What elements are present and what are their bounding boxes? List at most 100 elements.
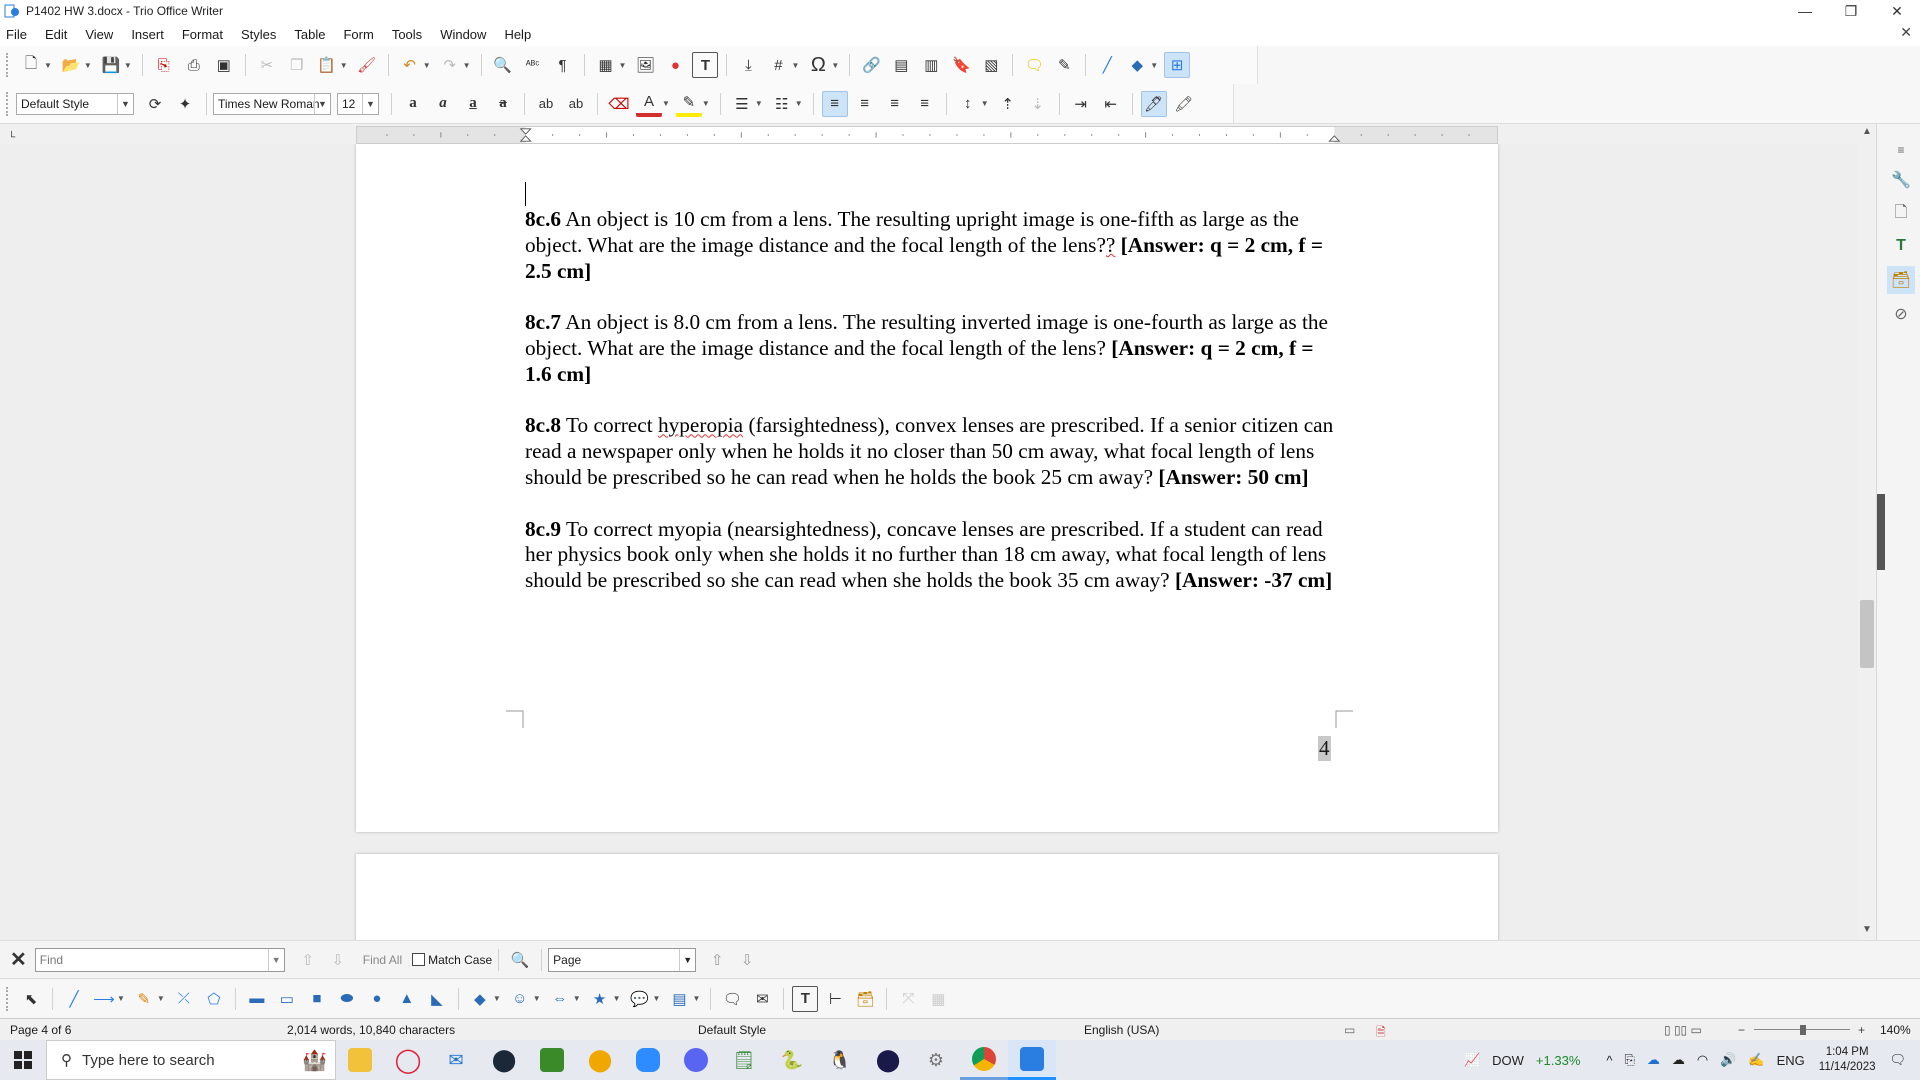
app-icon[interactable]: ⚙ [912, 1040, 960, 1080]
undo-icon[interactable]: ↶ [397, 52, 423, 78]
spelling-icon[interactable]: ᴬᴮᶜ [520, 52, 546, 78]
insert-chart-icon[interactable]: ● [662, 52, 688, 78]
zoom-level[interactable]: 140% [1880, 1023, 1911, 1037]
increase-paragraph-spacing-icon[interactable]: ⇡ [995, 91, 1021, 117]
next-element-icon[interactable]: ⇩ [734, 947, 760, 973]
new-document-icon[interactable]: 🗋 [18, 52, 44, 78]
pen-icon[interactable]: ✍ [1748, 1052, 1764, 1068]
python-icon[interactable]: 🐍 [768, 1040, 816, 1080]
stock-chart-icon[interactable]: 📈 [1464, 1052, 1480, 1068]
next-document-page[interactable] [356, 854, 1498, 940]
page-number-field[interactable]: 4 [1318, 736, 1331, 761]
chevron-up-icon[interactable]: ^ [1606, 1053, 1612, 1068]
toolbar-handle[interactable] [6, 53, 10, 77]
chrome-icon[interactable] [960, 1040, 1008, 1080]
notification-icon[interactable]: 🗨 [1889, 1052, 1906, 1068]
align-center-icon[interactable]: ≡ [852, 91, 878, 117]
increase-indent-icon[interactable]: ⇥ [1068, 91, 1094, 117]
bookmark-icon[interactable]: 🔖 [948, 52, 974, 78]
page-count-status[interactable]: Page 4 of 6 [10, 1023, 71, 1037]
close-window-button[interactable]: ✕ [1874, 0, 1920, 22]
align-left-icon[interactable]: ≡ [821, 90, 848, 117]
chevron-down-icon[interactable]: ▼ [662, 99, 670, 108]
insert-image-icon[interactable]: 🖼 [632, 52, 658, 78]
discord-icon[interactable] [672, 1040, 720, 1080]
highlight-color-icon[interactable]: ✎ [675, 91, 702, 117]
insert-table-icon[interactable]: ▦ [593, 52, 619, 78]
connector-icon[interactable]: ⤫ [171, 986, 197, 1012]
decrease-indent-icon[interactable]: ⇤ [1098, 91, 1124, 117]
clear-formatting-icon[interactable]: ⌫ [606, 91, 632, 117]
chevron-down-icon[interactable]: ▼ [340, 61, 348, 70]
menu-view[interactable]: View [85, 27, 113, 42]
subscript-icon[interactable]: ab [563, 91, 589, 117]
page-break-icon[interactable]: ⤓ [735, 52, 761, 78]
steam-icon[interactable]: ⬤ [480, 1040, 528, 1080]
chevron-down-icon[interactable]: ▼ [831, 61, 839, 70]
scrollbar-thumb[interactable] [1860, 600, 1874, 668]
properties-icon[interactable]: 🔧 [1887, 166, 1915, 194]
document-canvas[interactable]: 8c.6 An object is 10 cm from a lens. The… [0, 144, 1858, 940]
chevron-down-icon[interactable]: ▼ [679, 948, 695, 971]
square-icon[interactable]: ■ [304, 986, 330, 1012]
minecraft-icon[interactable] [528, 1040, 576, 1080]
clone-formatting-icon[interactable]: 🖌 [354, 52, 380, 78]
chevron-down-icon[interactable]: ▼ [362, 93, 378, 114]
underline-icon[interactable]: a [460, 91, 486, 117]
export-pdf-icon[interactable]: ⎘ [151, 52, 177, 78]
line-spacing-icon[interactable]: ↕ [955, 91, 981, 117]
view-layout-icons[interactable]: ▯ ▯▯ ▭ [1664, 1023, 1702, 1037]
superscript-icon[interactable]: ab [533, 91, 559, 117]
strikethrough-icon[interactable]: a [490, 91, 516, 117]
toolbar-handle[interactable] [6, 986, 10, 1011]
taskbar-search-input[interactable]: ⚲ Type here to search 🏰 [46, 1040, 336, 1080]
insert-mode-icon[interactable]: ▭ [1344, 1023, 1355, 1037]
chevron-down-icon[interactable]: ▼ [702, 99, 710, 108]
zoom-slider-thumb[interactable] [1800, 1025, 1806, 1035]
redo-icon[interactable]: ↷ [437, 52, 463, 78]
insert-textbox-icon[interactable]: T [792, 985, 819, 1012]
align-right-icon[interactable]: ≡ [882, 91, 908, 117]
menu-form[interactable]: Form [343, 27, 373, 42]
chevron-down-icon[interactable]: ▼ [493, 994, 501, 1003]
system-clock[interactable]: 1:04 PM 11/14/2023 [1819, 1045, 1876, 1075]
scroll-down-icon[interactable]: ▼ [1858, 924, 1876, 938]
fontwork-icon[interactable]: ⊢ [822, 986, 848, 1012]
chevron-down-icon[interactable]: ▼ [619, 61, 627, 70]
arrow-line-icon[interactable]: ⟶ [91, 986, 117, 1012]
line-icon[interactable]: ╱ [61, 986, 87, 1012]
chevron-down-icon[interactable]: ▼ [795, 99, 803, 108]
italic-icon[interactable]: a [430, 91, 456, 117]
wifi-icon[interactable]: ◠ [1697, 1052, 1708, 1068]
paragraph-style-select[interactable]: Default Style ▼ [16, 92, 134, 115]
chevron-down-icon[interactable]: ▼ [573, 994, 581, 1003]
formatting-marks-icon[interactable]: ¶ [550, 52, 576, 78]
find-replace-icon[interactable]: 🔍 [490, 52, 516, 78]
font-color-icon[interactable]: A [636, 91, 662, 117]
callouts-icon[interactable]: 💬 [627, 986, 653, 1012]
justify-icon[interactable]: ≡ [912, 91, 938, 117]
polygon-icon[interactable]: ⬠ [201, 986, 227, 1012]
chevron-down-icon[interactable]: ▼ [124, 61, 132, 70]
menu-file[interactable]: File [6, 27, 27, 42]
input-language[interactable]: ENG [1777, 1053, 1805, 1068]
problem-paragraph[interactable]: 8c.7 An object is 8.0 cm from a lens. Th… [525, 310, 1335, 387]
special-character-icon[interactable]: Ω [805, 52, 831, 78]
ellipse-icon[interactable]: ⬬ [334, 986, 360, 1012]
toolbar-handle[interactable] [6, 91, 10, 116]
chevron-down-icon[interactable]: ▼ [692, 994, 700, 1003]
word-count-status[interactable]: 2,014 words, 10,840 characters [287, 1023, 455, 1037]
paste-icon[interactable]: 📋 [314, 52, 340, 78]
open-folder-icon[interactable]: 📂 [58, 52, 84, 78]
chevron-down-icon[interactable]: ▼ [533, 994, 541, 1003]
menu-styles[interactable]: Styles [241, 27, 276, 42]
zoom-in-icon[interactable]: + [1858, 1023, 1865, 1037]
new-style-icon[interactable]: ✦ [172, 91, 198, 117]
menu-table[interactable]: Table [294, 27, 325, 42]
menu-format[interactable]: Format [182, 27, 223, 42]
select-icon[interactable]: ⬉ [18, 986, 44, 1012]
horizontal-ruler[interactable] [356, 126, 1498, 144]
basic-shapes-icon[interactable]: ◆ [1124, 52, 1150, 78]
navigator-icon[interactable]: ⊘ [1887, 300, 1915, 328]
insert-line-icon[interactable]: ╱ [1094, 52, 1120, 78]
